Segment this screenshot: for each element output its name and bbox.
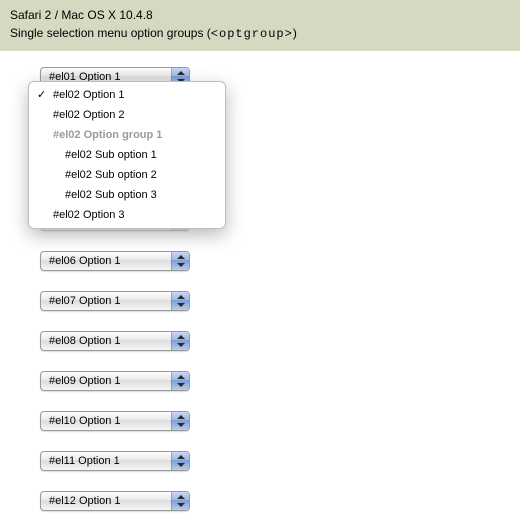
header-title: Safari 2 / Mac OS X 10.4.8 (10, 6, 510, 24)
menu-item-sub1[interactable]: #el02 Sub option 1 (29, 145, 225, 165)
menu-item-sub2[interactable]: #el02 Sub option 2 (29, 165, 225, 185)
select-el11[interactable]: #el11 Option 1 (40, 451, 190, 471)
menu-item-label: #el02 Option 3 (53, 209, 125, 221)
select-wrap-el12: #el12 Option 1 (40, 491, 520, 511)
menu-item-group-label: #el02 Option group 1 (29, 125, 225, 145)
select-wrap-el09: #el09 Option 1 (40, 371, 520, 391)
select-label: #el10 Option 1 (49, 415, 121, 427)
select-el06[interactable]: #el06 Option 1 (40, 251, 190, 271)
menu-item-option2[interactable]: #el02 Option 2 (29, 105, 225, 125)
select-wrap-el06: #el06 Option 1 (40, 251, 520, 271)
select-wrap-el08: #el08 Option 1 (40, 331, 520, 351)
select-el12[interactable]: #el12 Option 1 (40, 491, 190, 511)
updown-arrows-icon (171, 492, 189, 510)
select-label: #el08 Option 1 (49, 335, 121, 347)
menu-item-label: #el02 Sub option 3 (65, 189, 157, 201)
optgroup-code: <optgroup> (211, 27, 293, 41)
subtitle-suffix: ) (293, 26, 297, 40)
select-el07[interactable]: #el07 Option 1 (40, 291, 190, 311)
content-area: #el01 Option 1 ✓ #el02 Option 1 #el02 Op… (0, 51, 520, 511)
select-wrap-el07: #el07 Option 1 (40, 291, 520, 311)
menu-item-label: #el02 Sub option 1 (65, 149, 157, 161)
dropdown-menu-el02: ✓ #el02 Option 1 #el02 Option 2 #el02 Op… (28, 81, 226, 229)
select-label: #el07 Option 1 (49, 295, 121, 307)
updown-arrows-icon (171, 292, 189, 310)
select-wrap-el11: #el11 Option 1 (40, 451, 520, 471)
menu-item-label: #el02 Option 1 (53, 89, 125, 101)
menu-item-label: #el02 Sub option 2 (65, 169, 157, 181)
select-wrap-el10: #el10 Option 1 (40, 411, 520, 431)
select-label: #el09 Option 1 (49, 375, 121, 387)
header-subtitle: Single selection menu option groups (<op… (10, 24, 510, 43)
select-el08[interactable]: #el08 Option 1 (40, 331, 190, 351)
menu-item-sub3[interactable]: #el02 Sub option 3 (29, 185, 225, 205)
select-label: #el11 Option 1 (49, 455, 120, 467)
select-el09[interactable]: #el09 Option 1 (40, 371, 190, 391)
select-label: #el12 Option 1 (49, 495, 121, 507)
updown-arrows-icon (171, 452, 189, 470)
updown-arrows-icon (171, 372, 189, 390)
menu-item-option3[interactable]: #el02 Option 3 (29, 205, 225, 225)
page-header: Safari 2 / Mac OS X 10.4.8 Single select… (0, 0, 520, 51)
subtitle-prefix: Single selection menu option groups ( (10, 26, 211, 40)
check-icon: ✓ (37, 87, 46, 103)
select-label: #el06 Option 1 (49, 255, 121, 267)
menu-item-label: #el02 Option 2 (53, 109, 125, 121)
updown-arrows-icon (171, 332, 189, 350)
menu-item-label: #el02 Option group 1 (53, 129, 162, 141)
updown-arrows-icon (171, 412, 189, 430)
updown-arrows-icon (171, 252, 189, 270)
select-el10[interactable]: #el10 Option 1 (40, 411, 190, 431)
menu-item-option1[interactable]: ✓ #el02 Option 1 (29, 85, 225, 105)
